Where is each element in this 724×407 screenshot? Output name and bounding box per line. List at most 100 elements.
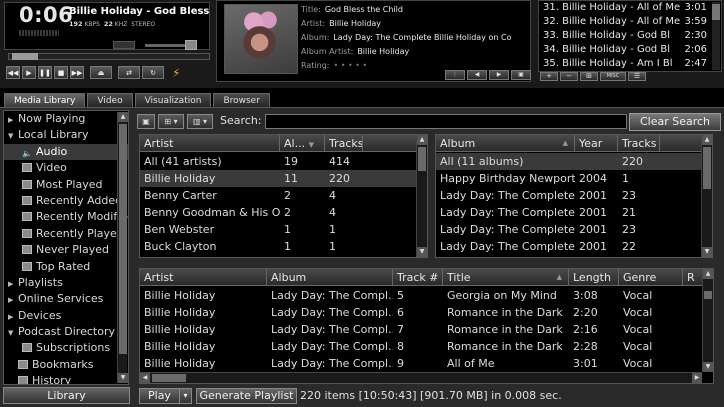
album-row[interactable]: Lady Day: The Complete ... 2001 23 [436,221,712,238]
library-button[interactable]: Library [3,387,130,404]
volume-knob[interactable] [185,40,197,50]
lightning-icon[interactable]: ⚡ [172,66,180,80]
tree-item-playlists[interactable]: ▶ Playlists [4,275,128,291]
artist-row[interactable]: Billie Holiday 11 220 [140,170,427,187]
track-row[interactable]: Billie Holiday Lady Day: The Compl... 7 Rom… [140,321,713,338]
tree-scroll-thumb[interactable] [119,124,127,354]
filter-options-button[interactable]: ⊞ ▾ [158,114,184,129]
column-header-track-number[interactable]: Track # [393,269,443,286]
column-header-track-title[interactable]: Title ▲ [443,269,569,286]
track-row[interactable]: Billie Holiday Lady Day: The Compl... 8 Rom… [140,338,713,355]
collapsed-icon[interactable]: ▶ [8,276,18,291]
columns-options-button[interactable]: ▥ ▾ [187,114,213,129]
seek-knob[interactable] [12,53,39,60]
tree-item-devices[interactable]: ▶ Devices [4,308,128,324]
track-scroll-right-icon[interactable]: ▶ [692,373,702,383]
collapsed-icon[interactable]: ▶ [8,292,18,307]
track-hscroll-thumb[interactable] [152,374,186,382]
album-scroll-down-icon[interactable]: ▼ [702,247,712,257]
artist-row[interactable]: Benny Carter 2 4 [140,187,427,204]
column-header-track-album[interactable]: Album [267,269,393,286]
pause-button[interactable]: ❚❚ [38,66,52,79]
playlist-scrollbar[interactable] [712,2,720,70]
column-header-tracks[interactable]: Tracks [325,135,363,152]
column-header-year[interactable]: Year [575,135,618,152]
tree-item-audio[interactable]: 🔈 Audio [4,143,128,161]
playlist-item[interactable]: 34. Billie Holiday - God Bl 2:06 [539,43,721,57]
track-scroll-thumb[interactable] [704,291,712,299]
eject-button[interactable]: ⏏ [90,66,112,79]
stop-button[interactable]: ■ [54,66,68,79]
tree-item-subscriptions[interactable]: Subscriptions [4,340,128,356]
shuffle-button[interactable]: ⇄ [118,66,140,79]
playlist-item[interactable]: 33. Billie Holiday - God Bl 2:30 [539,29,721,43]
column-header-albums[interactable]: Al... ▼ [280,135,325,152]
tree-item-bookmarks[interactable]: Bookmarks [4,357,128,373]
track-row[interactable]: Billie Holiday Lady Day: The Compl... 9 All… [140,355,713,372]
album-scrollbar[interactable]: ▲ ▼ [701,135,712,257]
info-next-button[interactable]: ▶ [489,70,509,80]
tree-item-top-rated[interactable]: Top Rated [4,259,128,275]
collapsed-icon[interactable]: ▶ [8,309,18,324]
collapsed-icon[interactable]: ▶ [8,112,18,127]
column-header-artist[interactable]: Artist [140,135,280,152]
track-row[interactable]: Billie Holiday Lady Day: The Compl... 5 Geo… [140,287,713,304]
playlist-add-button[interactable]: + [540,72,558,81]
tree-item-recently-added[interactable]: Recently Added [4,193,128,209]
seek-bar[interactable] [8,53,210,60]
track-hscrollbar[interactable]: ◀ ▶ [140,372,702,383]
tree-scroll-up-icon[interactable]: ▲ [118,112,128,122]
playlist-item[interactable]: 35. Billie Holiday - Am I Bl 2:47 [539,57,721,71]
tree-item-video[interactable]: Video [4,160,128,176]
playlist-remove-button[interactable]: − [560,72,578,81]
tree-scroll-down-icon[interactable]: ▼ [118,373,128,383]
album-scroll-thumb[interactable] [703,147,711,189]
playlist-select-button[interactable]: ⊞ [580,72,598,81]
repeat-button[interactable]: ↻ [142,66,164,79]
tree-item-recently-modified[interactable]: Recently Modified [4,209,128,225]
info-prev-button[interactable]: ◀ [467,70,487,80]
artist-scroll-up-icon[interactable]: ▲ [417,135,427,145]
column-header-length[interactable]: Length [569,269,619,286]
playlist-misc-button[interactable]: MISC [600,72,626,81]
tree-item-never-played[interactable]: Never Played [4,242,128,258]
search-input[interactable] [265,114,627,129]
track-row[interactable]: Billie Holiday Lady Day: The Compl... 6 Rom… [140,304,713,321]
chevron-down-icon[interactable]: ▾ [179,389,191,403]
column-header-rating[interactable]: R [683,269,703,286]
next-button[interactable]: ▶▶ [70,66,84,79]
artist-row[interactable]: Buck Clayton 1 1 [140,238,427,255]
artist-row[interactable]: All (41 artists) 19 414 [140,153,427,170]
artist-scroll-thumb[interactable] [418,147,426,171]
track-scrollbar[interactable]: ▲ ▼ [702,269,713,372]
tree-item-most-played[interactable]: Most Played [4,177,128,193]
playlist-item[interactable]: 32. Billie Holiday - All of Me 3:59 [539,15,721,29]
tab-video[interactable]: Video [87,93,133,107]
album-scroll-up-icon[interactable]: ▲ [702,135,712,145]
track-scroll-up-icon[interactable]: ▲ [703,269,713,279]
album-row[interactable]: Happy Birthday Newport:... 2004 1 [436,170,712,187]
album-row[interactable]: Lady Day: The Complete ... 2001 22 [436,238,712,255]
tree-item-now-playing[interactable]: ▶ Now Playing [4,111,128,127]
playlist-scroll-thumb[interactable] [712,4,720,20]
balance-slider[interactable] [113,41,135,49]
play-selection-button[interactable]: Play ▾ [139,388,192,404]
album-row[interactable]: All (11 albums) 220 [436,153,712,170]
column-header-album[interactable]: Album ▲ [436,135,575,152]
tab-media-library[interactable]: Media Library [4,93,86,107]
expanded-icon[interactable]: ▼ [8,128,18,143]
generate-playlist-button[interactable]: Generate Playlist [196,388,297,404]
info-close-button[interactable]: ▣ [511,70,531,80]
artist-row[interactable]: Benny Goodman & His O... 2 4 [140,204,427,221]
tab-visualization[interactable]: Visualization [134,93,212,107]
tree-item-podcast-directory[interactable]: ▼ Podcast Directory [4,324,128,340]
column-header-album-tracks[interactable]: Tracks [618,135,660,152]
artist-scrollbar[interactable]: ▲ ▼ [416,135,427,257]
artist-row[interactable]: Ben Webster 1 1 [140,221,427,238]
elapsed-time[interactable]: 0:06 [19,3,73,27]
expanded-icon[interactable]: ▼ [8,325,18,340]
tree-item-recently-played[interactable]: Recently Played [4,226,128,242]
tree-item-history[interactable]: History [4,373,128,384]
album-row[interactable]: Lady Day: The Complete ... 2001 21 [436,204,712,221]
play-button[interactable]: ▶ [22,66,36,79]
